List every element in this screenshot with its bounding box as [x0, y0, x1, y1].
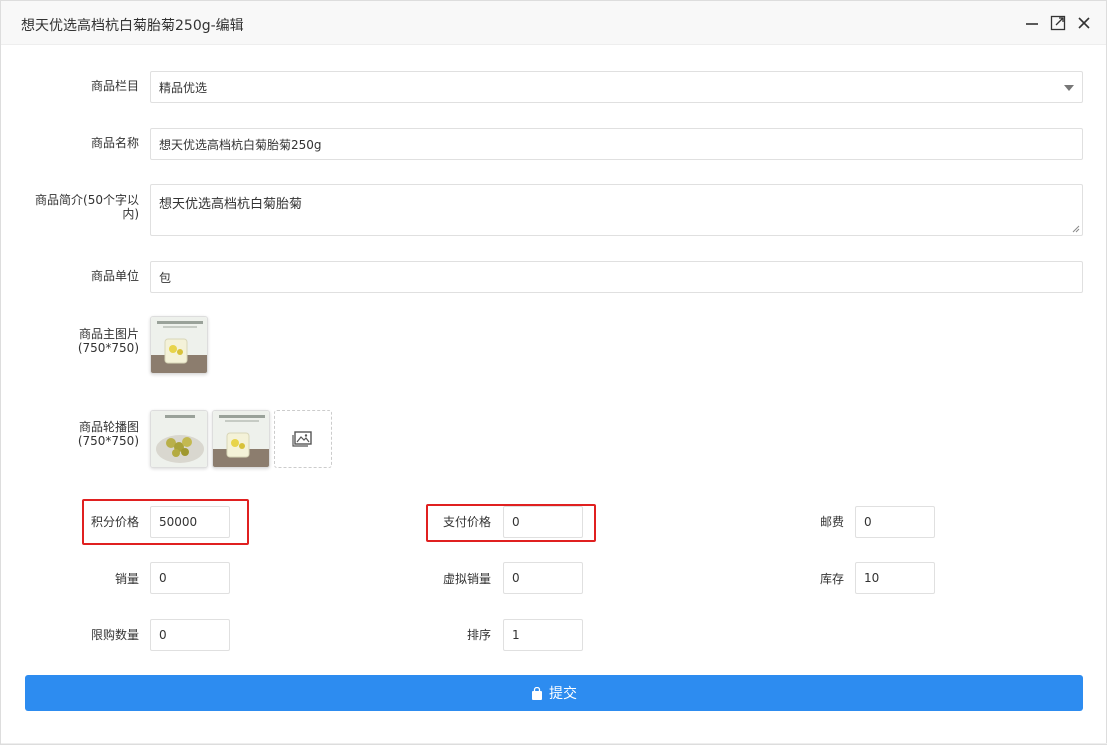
image-icon: [292, 431, 312, 447]
edit-dialog: 想天优选高档杭白菊胎菊250g-编辑 商品栏目 精品优选 商品名称 想天优选高档…: [0, 0, 1107, 745]
minimize-icon[interactable]: [1024, 15, 1040, 31]
unit-input[interactable]: 包: [150, 261, 1083, 293]
maximize-icon[interactable]: [1050, 15, 1066, 31]
bag-icon: [532, 686, 542, 700]
carousel-image-thumb[interactable]: [212, 410, 270, 468]
virtual-sales-input[interactable]: 0: [503, 562, 583, 594]
divider: [1, 743, 1107, 744]
name-input[interactable]: 想天优选高档杭白菊胎菊250g: [150, 128, 1083, 160]
dialog-titlebar: 想天优选高档杭白菊胎菊250g-编辑: [1, 1, 1106, 45]
submit-button[interactable]: 提交: [25, 675, 1083, 711]
carousel-label: 商品轮播图(750*750): [77, 420, 139, 448]
limit-input[interactable]: 0: [150, 619, 230, 651]
main-image-label: 商品主图片(750*750): [77, 327, 139, 355]
sales-label: 销量: [114, 572, 139, 586]
submit-label: 提交: [549, 686, 577, 702]
category-label: 商品栏目: [90, 79, 139, 93]
limit-label: 限购数量: [90, 628, 139, 642]
intro-label-line2: 内): [122, 207, 139, 221]
postage-input[interactable]: 0: [855, 506, 935, 538]
unit-label: 商品单位: [90, 269, 139, 283]
resize-grip-icon[interactable]: [1072, 225, 1080, 233]
category-value: 精品优选: [159, 80, 208, 95]
sales-input[interactable]: 0: [150, 562, 230, 594]
sort-label: 排序: [466, 628, 491, 642]
sort-input[interactable]: 1: [503, 619, 583, 651]
stock-label: 库存: [819, 572, 844, 586]
main-image-thumb[interactable]: [150, 316, 208, 374]
close-icon[interactable]: [1076, 15, 1092, 31]
chevron-down-icon: [1064, 85, 1074, 91]
intro-label: 商品简介(50个字以 内): [21, 193, 139, 221]
intro-value: 想天优选高档杭白菊胎菊: [159, 197, 303, 212]
category-select[interactable]: 精品优选: [150, 71, 1083, 103]
stock-input[interactable]: 10: [855, 562, 935, 594]
highlight-box: [426, 504, 596, 542]
postage-label: 邮费: [819, 515, 844, 529]
carousel-upload-button[interactable]: [274, 410, 332, 468]
name-label: 商品名称: [90, 136, 139, 150]
carousel-image-thumb[interactable]: [150, 410, 208, 468]
intro-label-line1: 商品简介(50个字以: [35, 193, 139, 207]
virtual-sales-label: 虚拟销量: [442, 572, 491, 586]
highlight-box: [82, 499, 249, 545]
dialog-title: 想天优选高档杭白菊胎菊250g-编辑: [21, 18, 244, 34]
intro-textarea[interactable]: 想天优选高档杭白菊胎菊: [150, 184, 1083, 236]
